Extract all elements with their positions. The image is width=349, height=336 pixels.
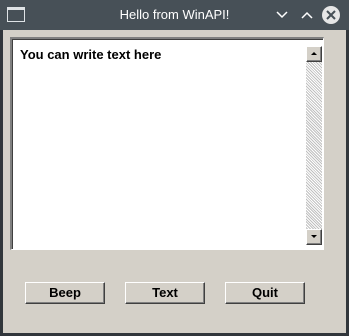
close-button[interactable] bbox=[320, 4, 342, 26]
vertical-scrollbar[interactable] bbox=[306, 46, 322, 245]
app-window: Hello from WinAPI! You can write text he… bbox=[0, 0, 349, 336]
chevron-up-icon bbox=[301, 11, 313, 19]
arrow-down-icon bbox=[311, 235, 317, 238]
scroll-up-button[interactable] bbox=[306, 46, 322, 62]
chevron-down-icon bbox=[276, 11, 288, 19]
maximize-button[interactable] bbox=[296, 4, 318, 26]
title-bar[interactable]: Hello from WinAPI! bbox=[0, 0, 349, 30]
editor-text[interactable]: You can write text here bbox=[20, 47, 161, 62]
client-area: You can write text here Beep Text Quit bbox=[3, 30, 346, 333]
close-icon bbox=[322, 6, 340, 24]
beep-button[interactable]: Beep bbox=[25, 282, 105, 304]
minimize-button[interactable] bbox=[271, 4, 293, 26]
scroll-down-button[interactable] bbox=[306, 229, 322, 245]
text-button[interactable]: Text bbox=[125, 282, 205, 304]
quit-button[interactable]: Quit bbox=[225, 282, 305, 304]
arrow-up-icon bbox=[311, 52, 317, 55]
text-editor[interactable]: You can write text here bbox=[10, 37, 324, 250]
